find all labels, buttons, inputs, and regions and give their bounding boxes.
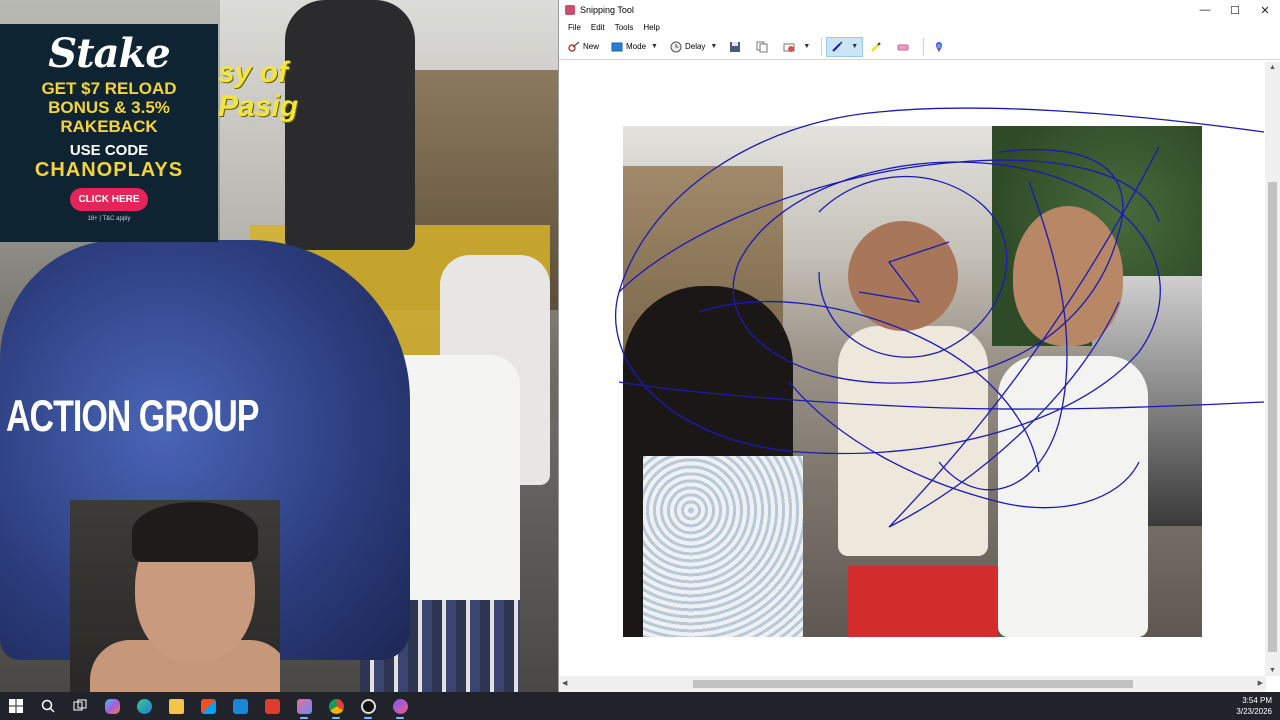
video-jersey-text: ACTION GROUP	[6, 392, 259, 442]
paint3d-icon	[936, 41, 943, 52]
webcam-streamer-hair	[132, 502, 258, 562]
chevron-down-icon: ▼	[651, 43, 658, 50]
eraser-button[interactable]	[892, 37, 917, 57]
mode-button[interactable]: Mode ▼	[606, 37, 663, 57]
snipping-tool-window[interactable]: Snipping Tool — ☐ ✕ File Edit Tools Help…	[558, 0, 1280, 692]
copy-icon	[756, 41, 768, 52]
pen-button[interactable]: ▼	[826, 36, 864, 57]
chrome-icon[interactable]	[320, 692, 352, 720]
maximize-button[interactable]: ☐	[1220, 4, 1250, 17]
delay-button[interactable]: Delay ▼	[665, 37, 722, 57]
menu-tools[interactable]: Tools	[610, 23, 639, 32]
menu-file[interactable]: File	[563, 23, 586, 32]
obs-icon[interactable]	[352, 692, 384, 720]
new-snip-icon	[568, 40, 580, 52]
window-title: Snipping Tool	[580, 5, 634, 15]
snipping-tool-app-icon	[565, 5, 575, 15]
mode-icon	[611, 42, 623, 51]
ad-promo-code: CHANOPLAYS	[34, 159, 184, 181]
scroll-left-icon[interactable]: ◀	[562, 679, 567, 687]
toolbar: New Mode ▼ Delay ▼ ▼ ▼	[559, 34, 1280, 60]
mail-icon[interactable]	[224, 692, 256, 720]
video-person-on-truck	[285, 0, 415, 250]
scroll-down-icon[interactable]: ▼	[1269, 667, 1276, 674]
ad-use-code-label: USE CODE	[69, 142, 149, 159]
clock-date: 3/23/2026	[1236, 707, 1272, 716]
highlighter-button[interactable]	[865, 37, 890, 57]
menu-edit[interactable]: Edit	[586, 23, 610, 32]
mode-label: Mode	[626, 42, 647, 51]
desktop: ACTION GROUP sy of Pasig Stake GET $7 RE…	[0, 0, 1280, 692]
windows-start-icon[interactable]	[0, 692, 32, 720]
chevron-down-icon: ▼	[710, 43, 718, 50]
stake-ad: Stake GET $7 RELOAD BONUS & 3.5% RAKEBAC…	[0, 24, 218, 242]
minimize-button[interactable]: —	[1190, 4, 1220, 17]
paint3d-button[interactable]	[928, 37, 953, 57]
new-label: New	[583, 42, 600, 51]
save-icon	[730, 41, 741, 52]
file-explorer-icon[interactable]	[160, 692, 192, 720]
office-icon[interactable]	[256, 692, 288, 720]
messenger-icon[interactable]	[384, 692, 416, 720]
close-button[interactable]: ✕	[1250, 4, 1280, 17]
snip-canvas[interactable]	[559, 62, 1266, 676]
taskbar-clock[interactable]: 3:54 PM 3/23/2026	[1236, 695, 1272, 717]
toolbar-separator	[821, 37, 823, 56]
menu-help[interactable]: Help	[638, 23, 664, 32]
snipping-tool-taskbar-icon[interactable]	[288, 692, 320, 720]
scroll-up-icon[interactable]: ▲	[1269, 64, 1276, 71]
search-icon[interactable]	[32, 692, 64, 720]
send-snip-button[interactable]: ▼	[778, 37, 815, 57]
video-overlay-text: sy of Pasig	[218, 56, 299, 123]
ad-logo: Stake	[48, 30, 170, 77]
title-bar[interactable]: Snipping Tool — ☐ ✕	[559, 0, 1280, 20]
toolbar-separator	[923, 37, 925, 56]
store-icon[interactable]	[192, 692, 224, 720]
menu-bar: File Edit Tools Help	[559, 20, 1280, 34]
chevron-down-icon: ▼	[803, 43, 811, 50]
window-controls: — ☐ ✕	[1190, 4, 1280, 17]
clock-time: 3:54 PM	[1242, 696, 1272, 705]
vertical-scroll-thumb[interactable]	[1268, 182, 1277, 652]
delay-label: Delay	[684, 42, 706, 51]
ad-fine-print: 18+ | T&C apply	[87, 216, 131, 222]
horizontal-scrollbar[interactable]: ◀ ▶	[559, 676, 1266, 692]
webcam-overlay	[70, 500, 280, 692]
horizontal-scroll-thumb[interactable]	[693, 680, 1133, 688]
ad-headline: GET $7 RELOAD BONUS & 3.5% RAKEBACK	[41, 79, 177, 136]
pen-icon	[832, 41, 843, 52]
edge-icon[interactable]	[128, 692, 160, 720]
taskbar: 3:54 PM 3/23/2026	[0, 692, 1280, 720]
ad-click-here-button[interactable]: CLICK HERE	[70, 188, 148, 211]
save-button[interactable]	[724, 37, 749, 57]
pen-ink-scribble	[614, 107, 1265, 528]
copilot-icon[interactable]	[96, 692, 128, 720]
new-snip-button[interactable]: New	[563, 37, 604, 57]
task-view-icon[interactable]	[64, 692, 96, 720]
copy-button[interactable]	[751, 37, 776, 57]
scroll-right-icon[interactable]: ▶	[1258, 679, 1263, 687]
highlighter-icon	[871, 41, 881, 52]
chevron-down-icon: ▼	[851, 43, 859, 50]
eraser-icon	[897, 44, 909, 50]
send-icon	[783, 43, 795, 52]
vertical-scrollbar[interactable]: ▲ ▼	[1265, 62, 1280, 676]
clock-icon	[670, 41, 682, 52]
